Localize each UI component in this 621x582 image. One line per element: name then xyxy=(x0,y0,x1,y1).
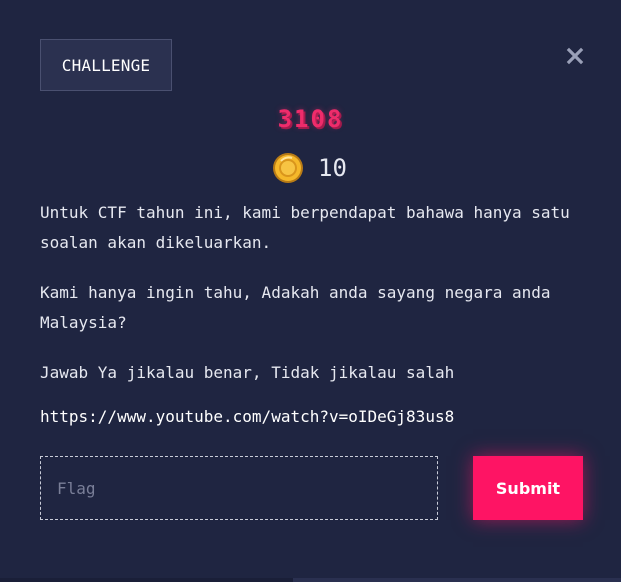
youtube-link[interactable]: https://www.youtube.com/watch?v=oIDeGj83… xyxy=(40,407,454,426)
description-paragraph: Jawab Ya jikalau benar, Tidak jikalau sa… xyxy=(40,363,455,382)
bottom-strip-accent xyxy=(293,578,621,582)
challenge-description: Untuk CTF tahun ini, kami berpendapat ba… xyxy=(40,198,600,408)
challenge-modal: CHALLENGE 3108 10 Untuk CTF tahun ini, k… xyxy=(0,0,621,582)
flag-input[interactable] xyxy=(40,456,438,520)
points-display: 10 xyxy=(272,152,347,184)
points-value: 10 xyxy=(318,154,347,182)
submit-button[interactable]: Submit xyxy=(473,456,583,520)
close-icon[interactable] xyxy=(565,46,585,66)
challenge-title: 3108 xyxy=(277,105,344,133)
coin-icon xyxy=(272,152,304,184)
challenge-tab[interactable]: CHALLENGE xyxy=(40,39,172,91)
description-paragraph: Untuk CTF tahun ini, kami berpendapat ba… xyxy=(40,203,570,252)
bottom-strip xyxy=(0,578,621,582)
description-paragraph: Kami hanya ingin tahu, Adakah anda sayan… xyxy=(40,283,551,332)
